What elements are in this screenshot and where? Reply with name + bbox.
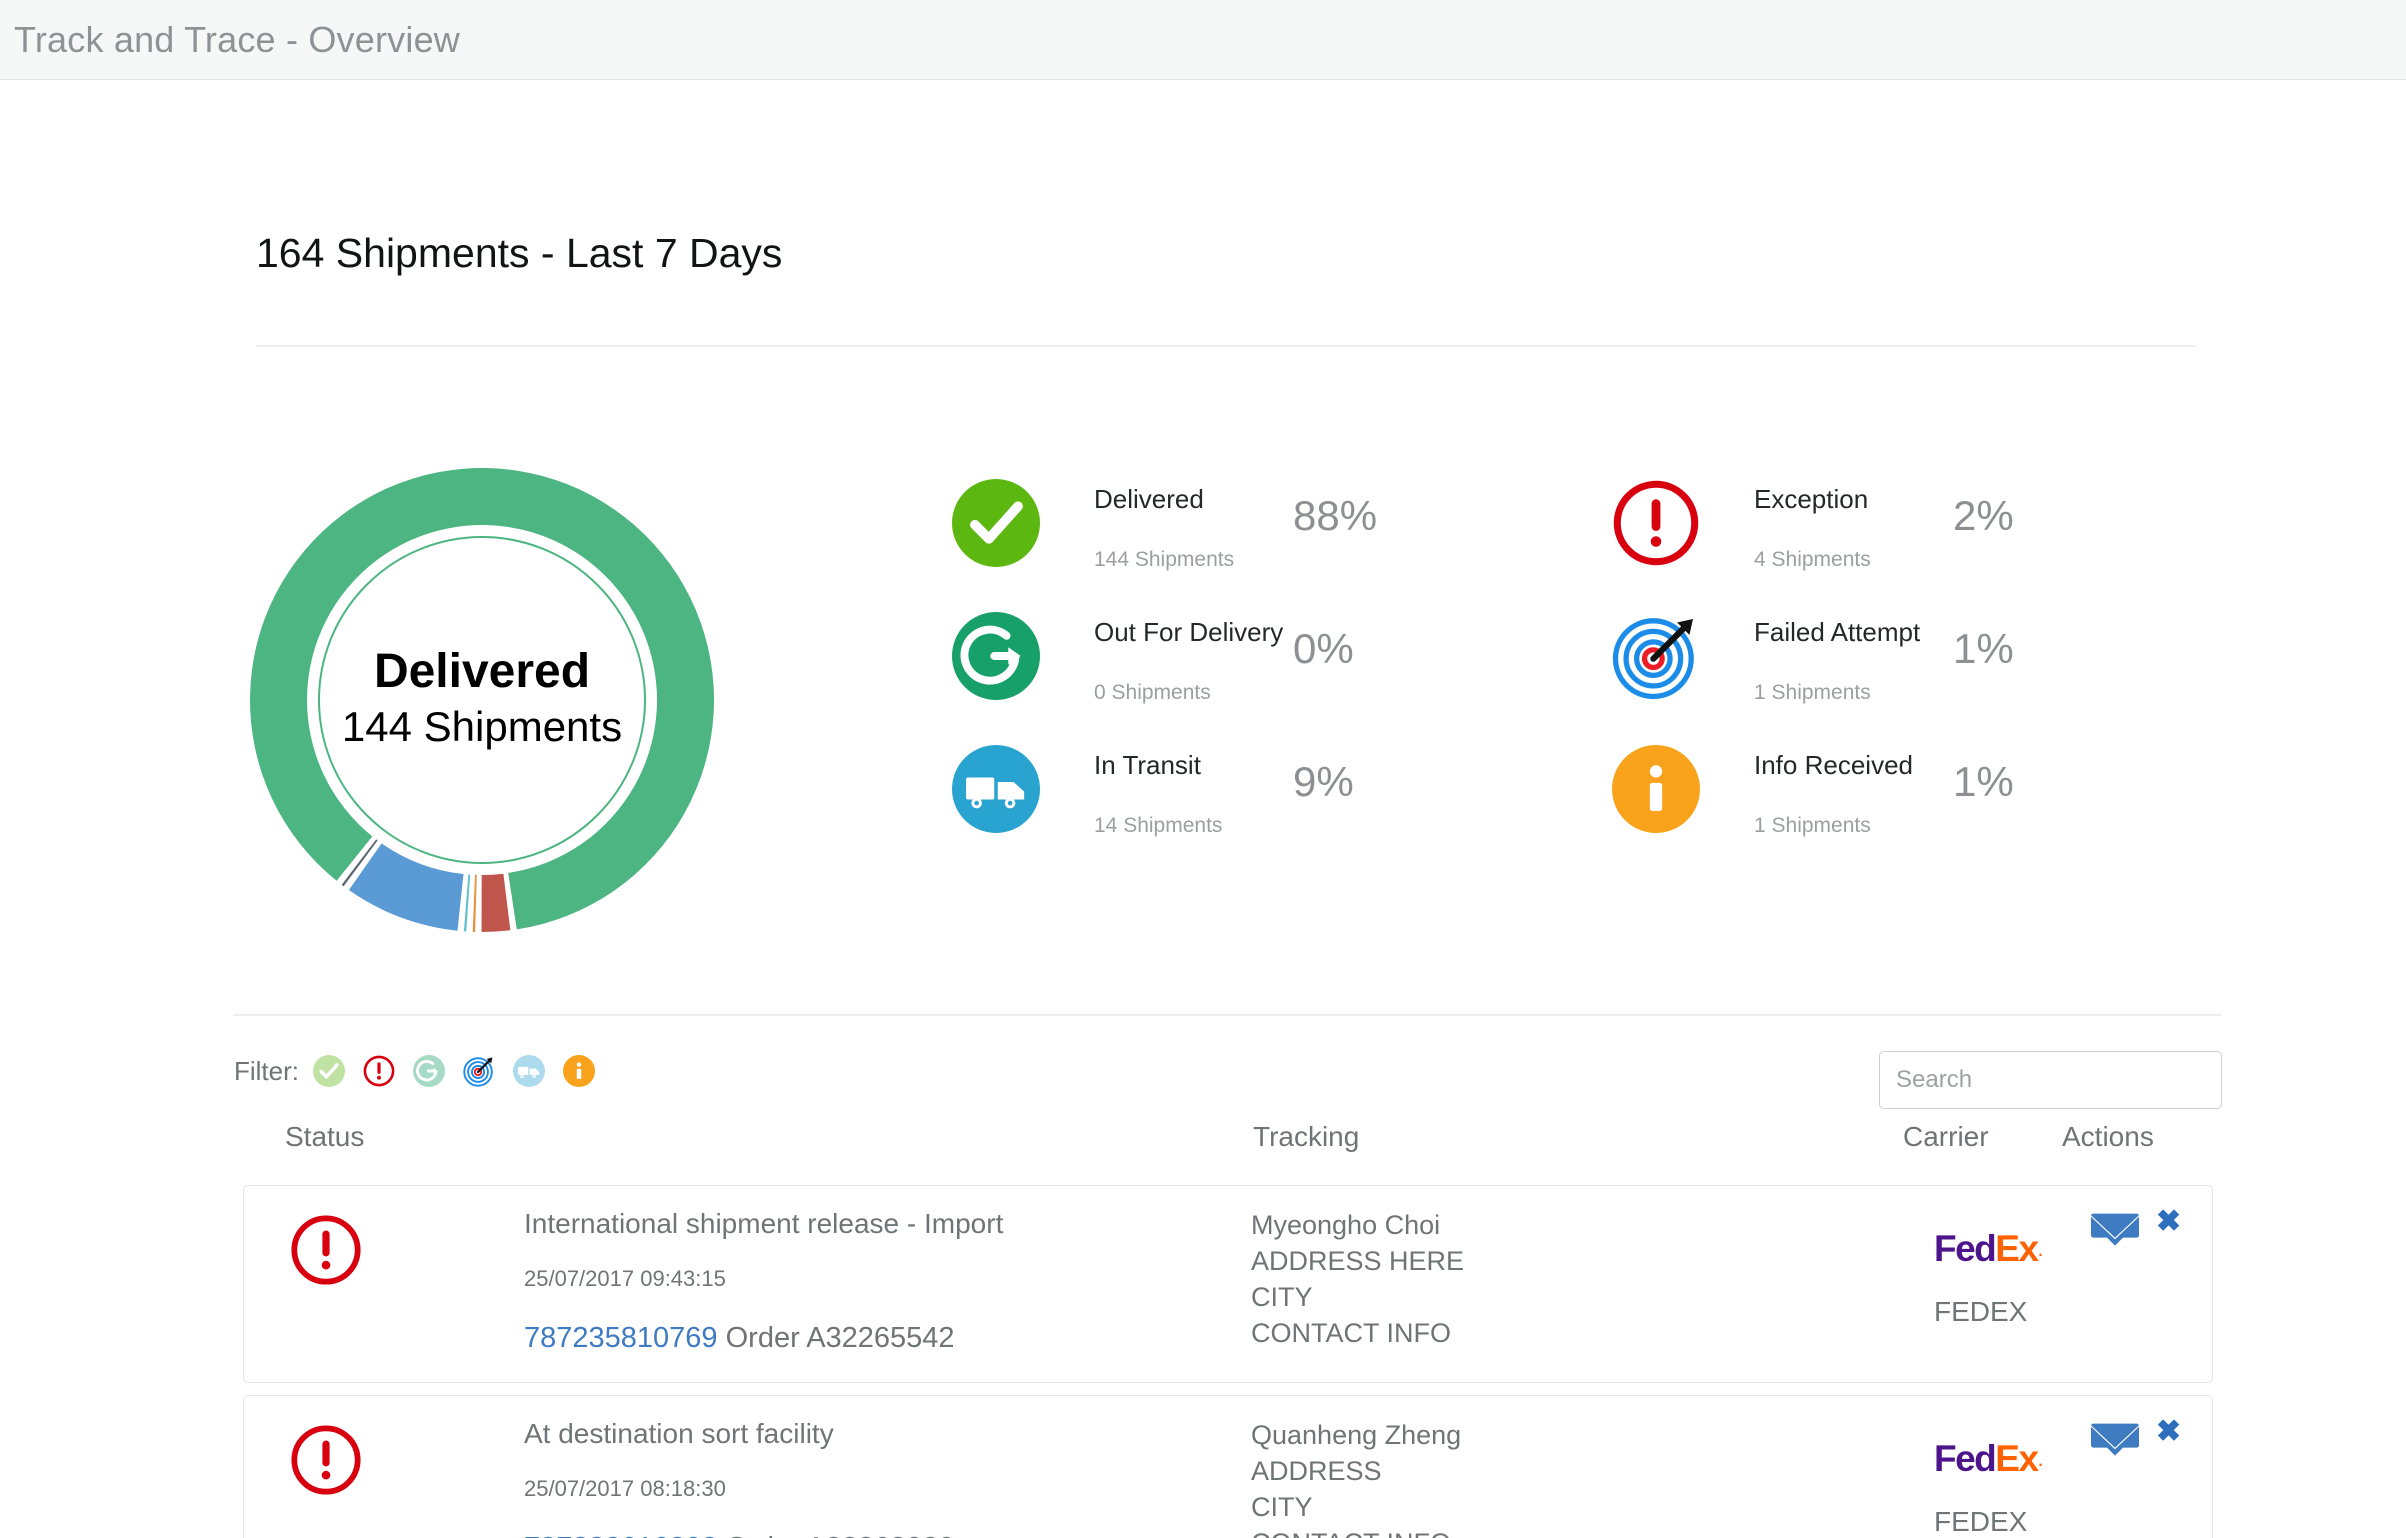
table-header: Status Tracking Carrier Actions <box>0 1121 2406 1181</box>
recipient-city: CITY <box>1251 1280 1464 1316</box>
column-header-tracking: Tracking <box>1253 1121 1359 1153</box>
legend-item-delivered[interactable]: Delivered 144 Shipments 88% <box>948 472 1608 605</box>
column-header-status: Status <box>285 1121 364 1153</box>
truck-icon <box>952 745 1040 833</box>
check-circle-icon <box>952 479 1040 567</box>
row-recipient-block: Myeongho Choi ADDRESS HERE CITY CONTACT … <box>1251 1208 1464 1352</box>
legend-label: In Transit <box>1094 750 1201 781</box>
recipient-contact: CONTACT INFO <box>1251 1526 1461 1538</box>
table-row[interactable]: At destination sort facility 25/07/2017 … <box>243 1395 2213 1538</box>
column-header-actions: Actions <box>2062 1121 2154 1153</box>
legend-count: 4 Shipments <box>1754 548 1871 572</box>
fedex-logo: FedEx. <box>1934 1227 2034 1271</box>
app-title: Track and Trace - Overview <box>14 19 460 61</box>
row-status-title: At destination sort facility <box>524 1418 834 1450</box>
mail-icon[interactable] <box>2089 1212 2141 1254</box>
column-header-carrier: Carrier <box>1903 1121 1989 1153</box>
recipient-city: CITY <box>1251 1490 1461 1526</box>
tracking-number-link[interactable]: 787235810769 <box>524 1322 718 1354</box>
legend-percent: 0% <box>1293 625 1354 673</box>
legend-count: 1 Shipments <box>1754 681 1871 705</box>
filter-info-received-icon[interactable] <box>563 1055 595 1087</box>
close-icon[interactable]: ✖ <box>2156 1414 2181 1449</box>
table-row[interactable]: International shipment release - Import … <box>243 1185 2213 1383</box>
legend-label: Failed Attempt <box>1754 617 1920 648</box>
exception-icon <box>290 1214 362 1286</box>
recipient-name: Quanheng Zheng <box>1251 1418 1461 1454</box>
filter-bar: Filter: <box>234 1055 613 1087</box>
recipient-contact: CONTACT INFO <box>1251 1316 1464 1352</box>
legend-count: 144 Shipments <box>1094 548 1234 572</box>
page-title: 164 Shipments - Last 7 Days <box>256 230 782 277</box>
recipient-name: Myeongho Choi <box>1251 1208 1464 1244</box>
legend-item-failed-attempt[interactable]: Failed Attempt 1 Shipments 1% <box>1608 605 2268 738</box>
filter-failed-attempt-icon[interactable] <box>463 1055 495 1087</box>
carrier-name: FEDEX <box>1934 1296 2027 1328</box>
legend-item-out-for-delivery[interactable]: Out For Delivery 0 Shipments 0% <box>948 605 1608 738</box>
close-icon[interactable]: ✖ <box>2156 1204 2181 1239</box>
filter-exception-icon[interactable] <box>363 1055 395 1087</box>
donut-slice[interactable] <box>482 874 511 932</box>
row-tracking-line: 787235810769 Order A32265542 <box>524 1322 955 1355</box>
recipient-address: ADDRESS <box>1251 1454 1461 1490</box>
carrier-name: FEDEX <box>1934 1506 2027 1538</box>
status-legend: Delivered 144 Shipments 88% Exception 4 Shi… <box>948 472 2198 871</box>
order-number: Order A32265542 <box>718 1322 955 1354</box>
filter-delivered-icon[interactable] <box>313 1055 345 1087</box>
legend-label: Delivered <box>1094 484 1204 515</box>
title-divider <box>256 345 2196 347</box>
row-status-date: 25/07/2017 09:43:15 <box>524 1266 726 1292</box>
search-input[interactable] <box>1879 1051 2222 1109</box>
shipment-list: International shipment release - Import … <box>243 1185 2213 1538</box>
donut-inner-ring <box>319 537 645 863</box>
exception-icon <box>1612 479 1700 567</box>
filter-out-for-delivery-icon[interactable] <box>413 1055 445 1087</box>
legend-percent: 1% <box>1953 758 2014 806</box>
filter-label: Filter: <box>234 1056 299 1087</box>
legend-label: Out For Delivery <box>1094 617 1283 648</box>
filter-in-transit-icon[interactable] <box>513 1055 545 1087</box>
legend-count: 0 Shipments <box>1094 681 1211 705</box>
legend-item-in-transit[interactable]: In Transit 14 Shipments 9% <box>948 738 1608 871</box>
donut-slice[interactable] <box>349 843 464 930</box>
legend-percent: 9% <box>1293 758 1354 806</box>
row-status-date: 25/07/2017 08:18:30 <box>524 1476 726 1502</box>
mail-icon[interactable] <box>2089 1422 2141 1464</box>
legend-percent: 1% <box>1953 625 2014 673</box>
exception-icon <box>290 1424 362 1496</box>
tracking-number-link[interactable]: 787222616202 <box>524 1532 718 1538</box>
legend-label: Info Received <box>1754 750 1913 781</box>
donut-slice[interactable] <box>473 875 477 932</box>
legend-item-info-received[interactable]: Info Received 1 Shipments 1% <box>1608 738 2268 871</box>
row-recipient-block: Quanheng Zheng ADDRESS CITY CONTACT INFO <box>1251 1418 1461 1538</box>
order-number: Order A32263020 <box>718 1532 955 1538</box>
info-icon <box>1612 745 1700 833</box>
app-header: Track and Trace - Overview <box>0 0 2406 80</box>
fedex-logo: FedEx. <box>1934 1437 2034 1481</box>
legend-item-exception[interactable]: Exception 4 Shipments 2% <box>1608 472 2268 605</box>
donut-svg <box>232 450 732 950</box>
legend-count: 1 Shipments <box>1754 814 1871 838</box>
donut-slice[interactable] <box>464 874 470 931</box>
row-status-title: International shipment release - Import <box>524 1208 1003 1240</box>
recipient-address: ADDRESS HERE <box>1251 1244 1464 1280</box>
shipment-status-donut-chart: Delivered 144 Shipments <box>232 450 732 950</box>
legend-percent: 88% <box>1293 492 1377 540</box>
filter-divider <box>233 1014 2221 1016</box>
legend-label: Exception <box>1754 484 1868 515</box>
out-for-delivery-icon <box>952 612 1040 700</box>
legend-count: 14 Shipments <box>1094 814 1222 838</box>
legend-percent: 2% <box>1953 492 2014 540</box>
row-tracking-line: 787222616202 Order A32263020 <box>524 1532 955 1538</box>
failed-attempt-icon <box>1612 612 1700 700</box>
